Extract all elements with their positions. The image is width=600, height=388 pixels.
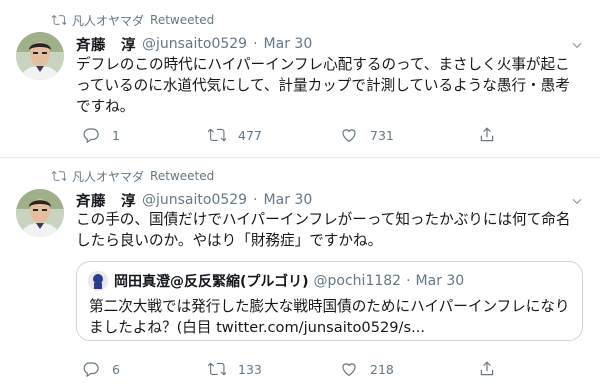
reply-icon: [82, 360, 100, 378]
like-count: 731: [370, 127, 394, 143]
tweet-date[interactable]: Mar 30: [264, 192, 313, 208]
share-icon: [478, 360, 496, 378]
separator: ·: [253, 192, 258, 208]
share-button[interactable]: [478, 360, 496, 378]
heart-icon: [340, 360, 358, 378]
tweet[interactable]: 凡人オヤマダ Retweeted 斉藤 淳 @junsaito0529 · Ma…: [0, 157, 600, 388]
retweet-icon: [208, 126, 226, 144]
avatar[interactable]: [16, 32, 64, 80]
retweeter-name[interactable]: 凡人オヤマダ: [72, 168, 144, 185]
tweet-text: デフレのこの時代にハイパーインフレ心配するのって、まさしく火事が起こっているのに…: [76, 56, 570, 115]
author-name[interactable]: 斉藤 淳: [76, 190, 136, 211]
retweet-button[interactable]: 477: [208, 126, 262, 144]
quoted-text: 第二次大戦では発行した膨大な戦時国債のためにハイパーインフレになりましたよね？(…: [89, 298, 570, 336]
reply-icon: [82, 126, 100, 144]
tweet-header: 斉藤 淳 @junsaito0529 · Mar 30: [76, 190, 313, 211]
author-handle[interactable]: @junsaito0529: [142, 36, 247, 52]
reply-button[interactable]: 1: [82, 126, 120, 144]
tweet-date[interactable]: Mar 30: [264, 36, 313, 52]
quoted-author-name: 岡田真澄@反反緊縮(プルゴリ): [114, 274, 309, 290]
tweet-header: 斉藤 淳 @junsaito0529 · Mar 30: [76, 34, 313, 55]
chevron-down-icon[interactable]: [570, 193, 584, 207]
quoted-author-handle: @pochi1182: [313, 273, 402, 289]
like-button[interactable]: 218: [340, 360, 394, 378]
quoted-tweet[interactable]: 岡田真澄@反反緊縮(プルゴリ) @pochi1182 · Mar 30 第二次大…: [76, 261, 583, 341]
chevron-down-icon[interactable]: [570, 37, 584, 51]
tweet-actions: 6 133 218: [76, 360, 576, 378]
quoted-avatar: [88, 271, 108, 291]
like-button[interactable]: 731: [340, 126, 394, 144]
tweet-actions: 1 477 731: [76, 126, 576, 144]
share-icon: [478, 126, 496, 144]
retweet-icon: [52, 169, 66, 183]
retweet-icon: [52, 13, 66, 27]
separator: ·: [253, 36, 258, 52]
retweet-count: 133: [238, 361, 262, 377]
retweet-context: 凡人オヤマダ Retweeted: [52, 168, 214, 184]
reply-count: 6: [112, 361, 120, 377]
retweet-context: 凡人オヤマダ Retweeted: [52, 12, 214, 28]
quoted-date: Mar 30: [415, 273, 465, 289]
retweet-label: Retweeted: [150, 13, 215, 27]
avatar[interactable]: [16, 189, 64, 237]
retweet-label: Retweeted: [150, 169, 215, 183]
author-handle[interactable]: @junsaito0529: [142, 192, 247, 208]
retweet-count: 477: [238, 127, 262, 143]
separator: ·: [406, 273, 411, 289]
quoted-header: 岡田真澄@反反緊縮(プルゴリ) @pochi1182 · Mar 30: [114, 272, 464, 290]
heart-icon: [340, 126, 358, 144]
author-name[interactable]: 斉藤 淳: [76, 34, 136, 55]
tweet-text: この手の、国債だけでハイパーインフレがーって知ったかぶりには何て命名したら良いの…: [76, 211, 571, 249]
like-count: 218: [370, 361, 394, 377]
retweet-icon: [208, 360, 226, 378]
reply-button[interactable]: 6: [82, 360, 120, 378]
tweet[interactable]: 凡人オヤマダ Retweeted 斉藤 淳 @junsaito0529 · Ma…: [0, 0, 600, 158]
retweet-button[interactable]: 133: [208, 360, 262, 378]
share-button[interactable]: [478, 126, 496, 144]
reply-count: 1: [112, 127, 120, 143]
retweeter-name[interactable]: 凡人オヤマダ: [72, 12, 144, 29]
